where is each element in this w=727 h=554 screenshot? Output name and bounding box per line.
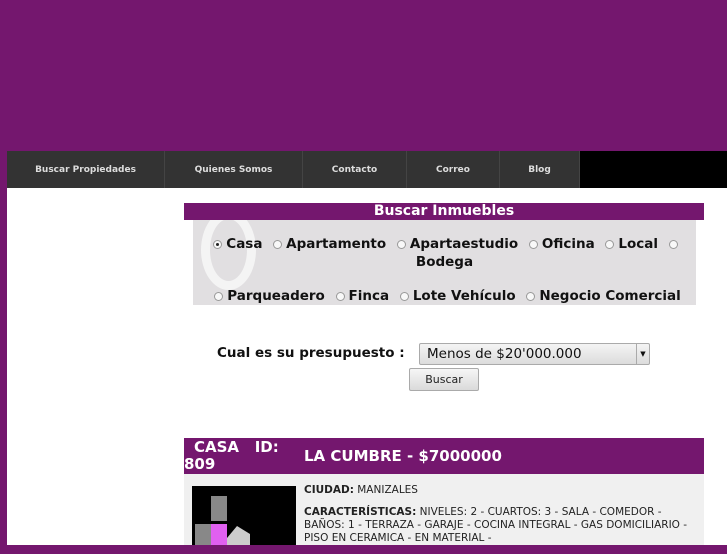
listing-city: MANIZALES <box>357 484 418 496</box>
chevron-down-icon[interactable]: ▼ <box>636 344 649 364</box>
nav-correo[interactable]: Correo <box>407 151 500 188</box>
nav-buscar-propiedades[interactable]: Buscar Propiedades <box>7 151 165 188</box>
radio-button[interactable] <box>214 291 224 301</box>
radio-casa[interactable]: Casa <box>207 236 262 252</box>
radio-button[interactable] <box>273 239 283 249</box>
buscar-button[interactable]: Buscar <box>409 368 479 391</box>
radio-parqueadero[interactable]: Parqueadero <box>208 288 325 304</box>
main-nav: Buscar Propiedades Quienes Somos Contact… <box>7 151 727 188</box>
nav-quienes-somos[interactable]: Quienes Somos <box>165 151 303 188</box>
house-image-icon <box>195 496 250 545</box>
search-options-box: Casa Apartamento Apartaestudio Oficina L… <box>193 220 696 305</box>
listing-type-id: CASA ID: 809 <box>184 438 279 473</box>
nav-contacto[interactable]: Contacto <box>303 151 407 188</box>
radio-button[interactable] <box>668 239 678 249</box>
radio-button[interactable] <box>396 239 406 249</box>
radio-button[interactable] <box>335 291 345 301</box>
radio-apartaestudio[interactable]: Apartaestudio <box>391 236 518 252</box>
budget-label: Cual es su presupuesto : <box>217 345 405 361</box>
radio-oficina[interactable]: Oficina <box>523 236 595 252</box>
radio-apartamento[interactable]: Apartamento <box>267 236 386 252</box>
radio-negocio-comercial[interactable]: Negocio Comercial <box>520 288 681 304</box>
radio-lote-vehiculo[interactable]: Lote Vehículo <box>394 288 516 304</box>
radio-finca[interactable]: Finca <box>330 288 389 304</box>
radio-local[interactable]: Local <box>599 236 658 252</box>
radio-button[interactable] <box>399 291 409 301</box>
nav-blog[interactable]: Blog <box>500 151 580 188</box>
listing-details: CIUDAD: MANIZALES CARACTERÍSTICAS: NIVEL… <box>304 484 688 544</box>
listing-title[interactable]: LA CUMBRE - $7000000 <box>304 447 502 465</box>
radio-button[interactable] <box>528 239 538 249</box>
listing-thumbnail[interactable] <box>192 486 296 545</box>
listing-header[interactable]: CASA ID: 809 LA CUMBRE - $7000000 <box>184 438 704 474</box>
radio-button[interactable] <box>605 239 615 249</box>
budget-select[interactable]: Menos de $20'000.000 ▼ <box>419 343 650 365</box>
search-title: Buscar Inmuebles <box>184 203 704 220</box>
radio-button[interactable] <box>526 291 536 301</box>
radio-button[interactable] <box>213 239 223 249</box>
